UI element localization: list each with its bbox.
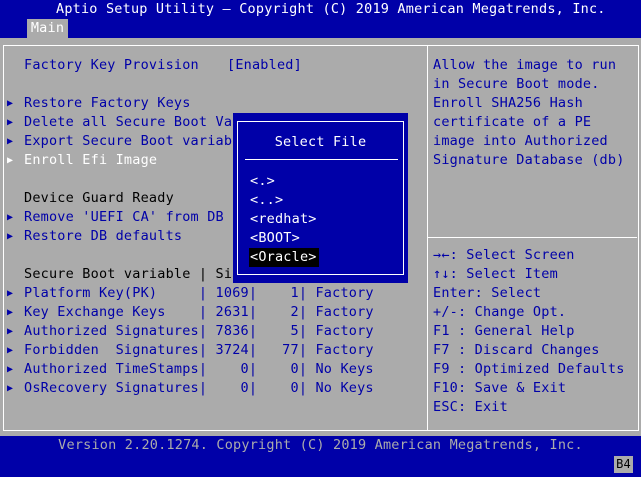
factory-key-provision-label[interactable]: Factory Key Provision <box>24 56 199 75</box>
key-hint-key: Enter: <box>433 285 483 301</box>
key-hint-desc: Change Opt. <box>466 304 567 320</box>
table-row[interactable]: Authorized Signatures| 7836| 5| Factory <box>24 322 374 341</box>
submenu-arrow-icon: ▶ <box>7 383 14 394</box>
left-right-arrows-icon: →←: <box>433 247 458 263</box>
submenu-arrow-icon: ▶ <box>7 136 14 147</box>
key-hint-select-item: ↑↓: Select Item <box>433 265 558 284</box>
submenu-arrow-icon: ▶ <box>7 345 14 356</box>
key-hint-change-opt: +/-: Change Opt. <box>433 303 566 322</box>
table-row[interactable]: Key Exchange Keys | 2631| 2| Factory <box>24 303 374 322</box>
file-option-boot[interactable]: <BOOT> <box>249 229 302 248</box>
key-hint-desc: Optimized Defaults <box>466 361 625 377</box>
help-text-line: image into Authorized <box>433 133 608 149</box>
version-text: Version 2.20.1274. Copyright (C) 2019 Am… <box>58 437 583 453</box>
select-file-dialog: Select File <.> <..> <redhat> <BOOT> <Or… <box>233 113 408 283</box>
restore-factory-keys-item[interactable]: Restore Factory Keys <box>24 94 191 113</box>
help-text-line: certificate of a PE <box>433 114 592 130</box>
help-text-line: in Secure Boot mode. <box>433 76 600 92</box>
key-hint-enter: Enter: Select <box>433 284 541 303</box>
key-hint-desc: Save & Exit <box>466 380 567 396</box>
remove-uefi-ca-item[interactable]: Remove 'UEFI CA' from DB <box>24 208 224 227</box>
dialog-title: Select File <box>274 134 367 150</box>
table-row[interactable]: OsRecovery Signatures| 0| 0| No Keys <box>24 379 374 398</box>
help-text-line: Enroll SHA256 Hash <box>433 95 583 111</box>
restore-db-defaults-item[interactable]: Restore DB defaults <box>24 227 182 246</box>
table-row[interactable]: Authorized TimeStamps| 0| 0| No Keys <box>24 360 374 379</box>
delete-all-secure-boot-vars-item[interactable]: Delete all Secure Boot Var <box>24 113 241 132</box>
key-hint-desc: Select Screen <box>457 247 575 263</box>
table-row[interactable]: Platform Key(PK) | 1069| 1| Factory <box>24 284 374 303</box>
table-row[interactable]: Forbidden Signatures| 3724| 77| Factory <box>24 341 374 360</box>
key-hint-key: F1 : <box>433 323 467 339</box>
key-hint-save-exit: F10: Save & Exit <box>433 379 566 398</box>
help-text-line: Signature Database (db) <box>433 152 625 168</box>
file-option-parent-dir[interactable]: <..> <box>249 191 285 210</box>
key-hint-defaults: F9 : Optimized Defaults <box>433 360 625 379</box>
key-hint-key: F7 : <box>433 342 467 358</box>
help-divider <box>428 237 637 238</box>
file-option-oracle[interactable]: <Oracle> <box>249 248 319 267</box>
key-hint-key: ESC: <box>433 399 467 415</box>
dialog-divider <box>245 159 398 160</box>
key-hint-key: +/-: <box>433 304 467 320</box>
submenu-arrow-icon: ▶ <box>7 364 14 375</box>
tab-main[interactable]: Main <box>27 19 68 38</box>
key-hint-general-help: F1 : General Help <box>433 322 575 341</box>
submenu-arrow-icon: ▶ <box>7 307 14 318</box>
app-title: Aptio Setup Utility – Copyright (C) 2019… <box>56 1 606 17</box>
submenu-arrow-icon: ▶ <box>7 231 14 242</box>
key-hint-desc: General Help <box>466 323 575 339</box>
file-option-redhat[interactable]: <redhat> <box>249 210 319 229</box>
factory-key-provision-value[interactable]: [Enabled] <box>227 56 302 75</box>
submenu-arrow-icon: ▶ <box>7 117 14 128</box>
submenu-arrow-icon: ▶ <box>7 98 14 109</box>
secure-boot-table-header: Secure Boot variable | Siz <box>24 266 241 282</box>
submenu-arrow-icon: ▶ <box>7 288 14 299</box>
key-hint-desc: Discard Changes <box>466 342 600 358</box>
post-code-badge: B4 <box>614 456 633 473</box>
key-hint-select-screen: →←: Select Screen <box>433 246 575 265</box>
key-hint-key: F9 : <box>433 361 467 377</box>
key-hint-discard: F7 : Discard Changes <box>433 341 600 360</box>
submenu-arrow-icon: ▶ <box>7 326 14 337</box>
export-secure-boot-variables-item[interactable]: Export Secure Boot variabl <box>24 132 241 151</box>
device-guard-ready-label: Device Guard Ready <box>24 190 174 206</box>
key-hint-exit: ESC: Exit <box>433 398 508 417</box>
key-hint-desc: Select <box>482 285 542 301</box>
file-option-current-dir[interactable]: <.> <box>249 172 277 191</box>
enroll-efi-image-item[interactable]: Enroll Efi Image <box>24 151 157 170</box>
key-hint-desc: Select Item <box>457 266 558 282</box>
submenu-arrow-icon: ▶ <box>7 155 14 166</box>
up-down-arrows-icon: ↑↓: <box>433 266 458 282</box>
submenu-arrow-icon: ▶ <box>7 212 14 223</box>
help-text-line: Allow the image to run <box>433 57 617 73</box>
key-hint-key: F10: <box>433 380 467 396</box>
key-hint-desc: Exit <box>466 399 508 415</box>
